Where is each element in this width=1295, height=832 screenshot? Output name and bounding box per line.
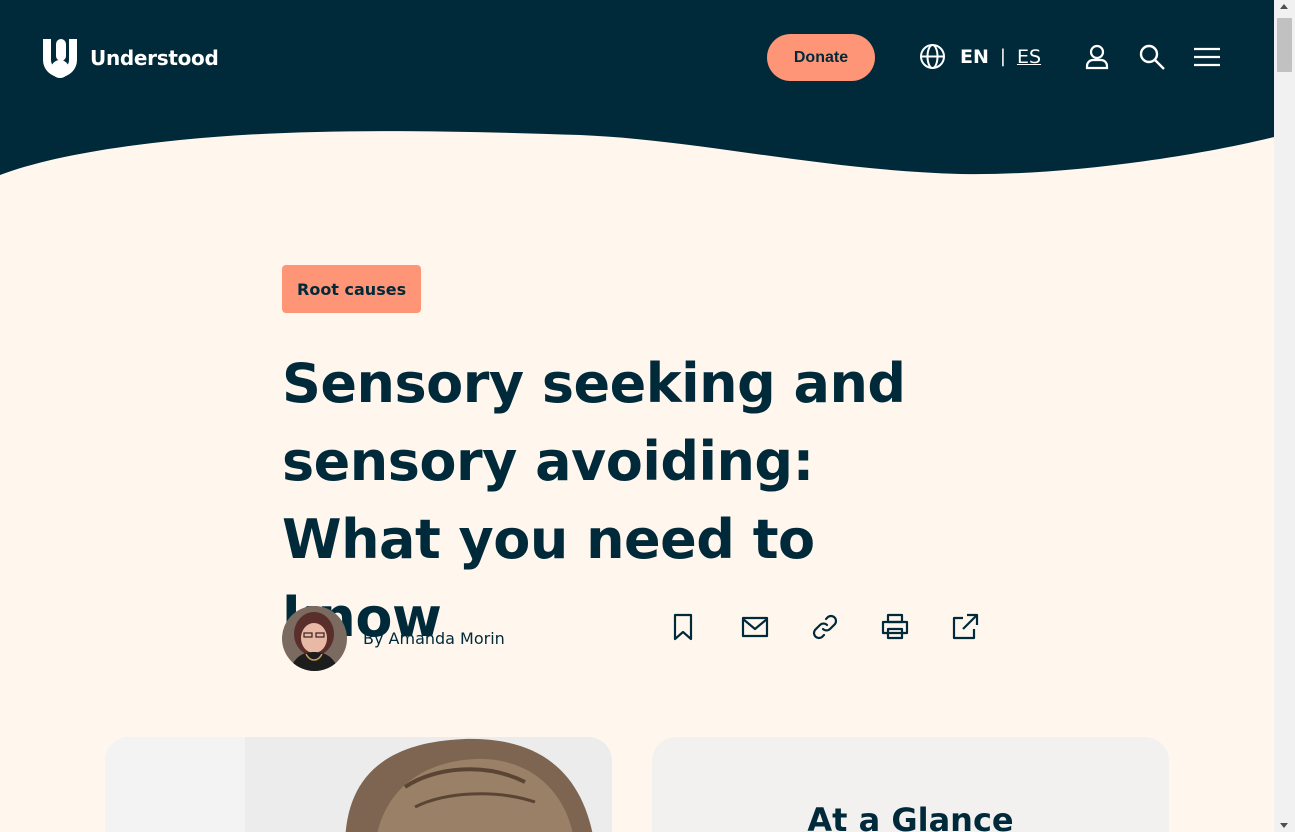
at-a-glance-title: At a Glance [807,801,1014,832]
donate-button[interactable]: Donate [767,34,875,81]
scroll-down-arrow-icon[interactable] [1280,823,1288,828]
author-byline: By Amanda Morin [282,606,505,671]
article-hero-image [105,737,612,832]
author-avatar[interactable] [282,606,347,671]
category-tag-root-causes[interactable]: Root causes [282,265,422,313]
language-en-current: EN [960,45,989,68]
page-scrollbar[interactable] [1274,0,1295,832]
site-header: Understood Donate EN | ES [0,0,1274,180]
print-icon[interactable] [880,612,910,642]
external-share-icon[interactable] [950,612,980,642]
globe-icon [920,44,945,69]
user-icon[interactable] [1083,43,1111,71]
scrollbar-thumb[interactable] [1277,18,1292,72]
search-icon[interactable] [1138,43,1166,71]
at-a-glance-panel: At a Glance [652,737,1169,832]
logo-text: Understood [90,45,219,70]
email-icon[interactable] [740,612,770,642]
language-separator: | [999,46,1006,67]
link-icon[interactable] [810,612,840,642]
header-wave-background [0,0,1274,175]
scroll-up-arrow-icon[interactable] [1280,4,1288,9]
bookmark-icon[interactable] [668,612,698,642]
language-es-link[interactable]: ES [1017,46,1041,68]
author-name-link[interactable]: By Amanda Morin [363,629,505,648]
understood-logo-link[interactable]: Understood [40,37,219,78]
language-switcher: EN | ES [919,43,1041,70]
understood-logo-icon [43,39,77,78]
menu-icon[interactable] [1193,43,1221,71]
